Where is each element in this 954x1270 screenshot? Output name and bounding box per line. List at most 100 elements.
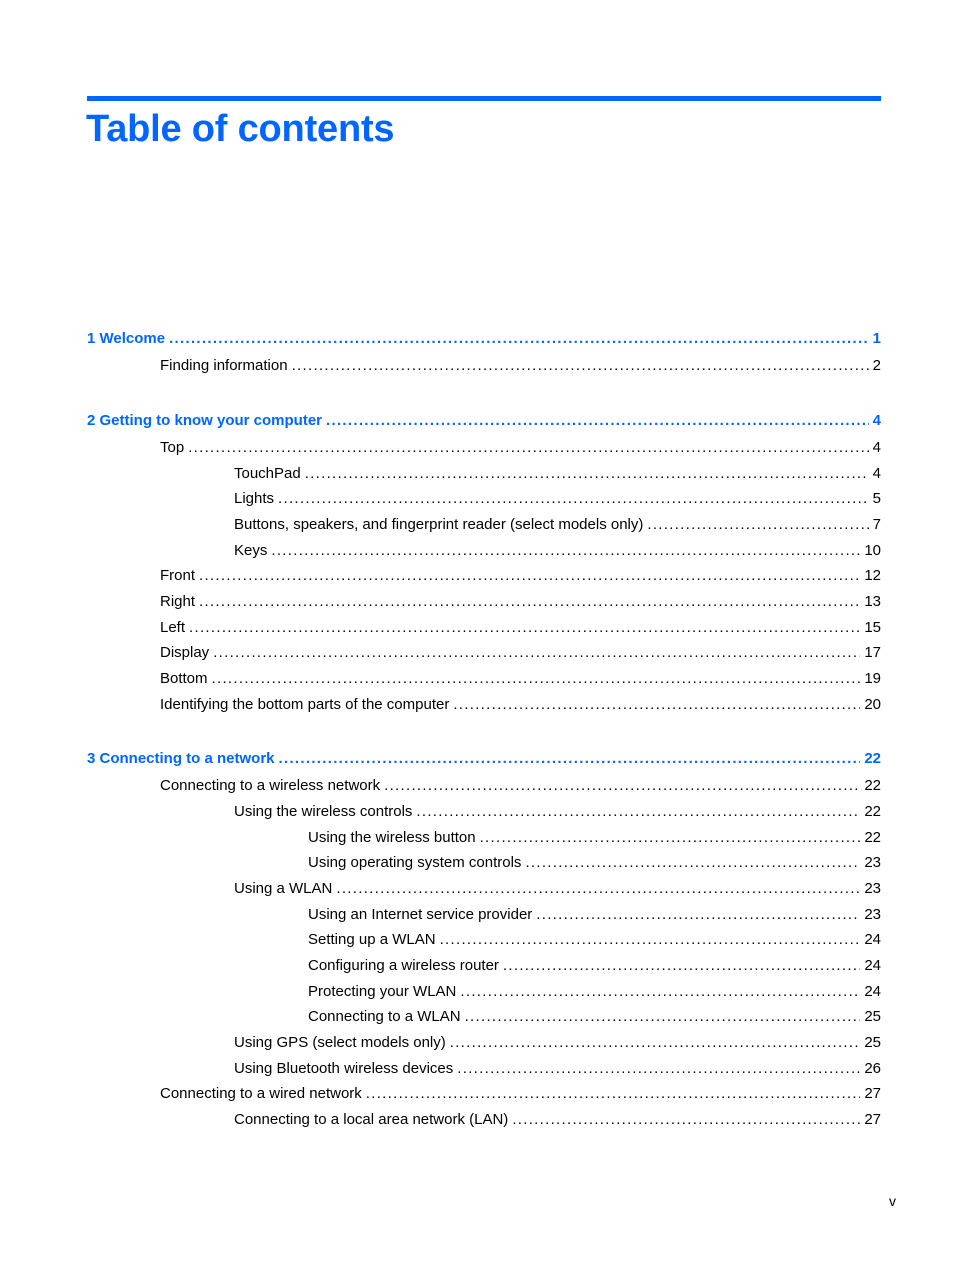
toc-entry-page: 23 [864, 906, 881, 923]
toc-entry-label: Lights [234, 490, 275, 507]
dot-leader [336, 879, 860, 899]
dot-leader [213, 643, 860, 663]
toc-entry[interactable]: Keys 10 [234, 541, 881, 561]
toc-chapter-entry[interactable]: 3 Connecting to a network 22 [87, 749, 881, 769]
toc-entry-page: 19 [864, 670, 881, 687]
toc-entry-label: Display [160, 644, 210, 661]
dot-leader [326, 411, 869, 431]
toc-entry-page: 4 [872, 439, 881, 456]
toc-entry-label: Configuring a wireless router [308, 957, 499, 974]
dot-leader [460, 982, 860, 1002]
toc-entry[interactable]: Buttons, speakers, and fingerprint reade… [234, 515, 881, 535]
toc-entry[interactable]: Connecting to a wireless network 22 [160, 776, 881, 796]
toc-entry-label: Using operating system controls [308, 854, 522, 871]
dot-leader [503, 956, 860, 976]
toc-entry-label: Buttons, speakers, and fingerprint reade… [234, 516, 644, 533]
toc-entry[interactable]: Right 13 [160, 592, 881, 612]
toc-entry[interactable]: Protecting your WLAN 24 [308, 982, 881, 1002]
toc-entry-page: 1 [872, 330, 881, 347]
toc-entry[interactable]: Connecting to a WLAN 25 [308, 1007, 881, 1027]
page-number: v [889, 1193, 896, 1209]
toc-entry-page: 22 [864, 777, 881, 794]
toc-entry-page: 23 [864, 854, 881, 871]
toc-chapter-entry[interactable]: 1 Welcome 1 [87, 329, 881, 349]
toc-entry-page: 26 [864, 1060, 881, 1077]
toc-entry-page: 22 [864, 803, 881, 820]
toc-entry[interactable]: Using a WLAN 23 [234, 879, 881, 899]
toc-entry-label: Identifying the bottom parts of the comp… [160, 696, 450, 713]
toc-entry[interactable]: Using the wireless button 22 [308, 828, 881, 848]
toc-entry[interactable]: Finding information 2 [160, 356, 881, 376]
toc-entry-label: Using a WLAN [234, 880, 333, 897]
toc-entry-page: 10 [864, 542, 881, 559]
toc-entry-page: 22 [864, 829, 881, 846]
toc-entry[interactable]: Top 4 [160, 438, 881, 458]
dot-leader [212, 669, 861, 689]
dot-leader [525, 853, 860, 873]
toc-entry[interactable]: Setting up a WLAN 24 [308, 930, 881, 950]
dot-leader [480, 828, 861, 848]
toc-entry[interactable]: Identifying the bottom parts of the comp… [160, 695, 881, 715]
toc-entry-page: 4 [872, 412, 881, 429]
toc-entry-label: Connecting to a WLAN [308, 1008, 461, 1025]
dot-leader [440, 930, 861, 950]
toc-entry-page: 24 [864, 931, 881, 948]
dot-leader [453, 695, 860, 715]
toc-entry[interactable]: Using an Internet service provider 23 [308, 905, 881, 925]
toc-entry-page: 13 [864, 593, 881, 610]
dot-leader [457, 1059, 860, 1079]
toc-entry[interactable]: Connecting to a local area network (LAN)… [234, 1110, 881, 1130]
toc-entry-label: Using the wireless button [308, 829, 476, 846]
toc-entry-page: 15 [864, 619, 881, 636]
toc-entry-label: Finding information [160, 357, 288, 374]
toc-entry-label: Front [160, 567, 196, 584]
toc-entry-page: 24 [864, 983, 881, 1000]
toc-entry[interactable]: Display 17 [160, 643, 881, 663]
dot-leader [279, 749, 861, 769]
dot-leader [199, 592, 860, 612]
toc-entry-page: 17 [864, 644, 881, 661]
toc-entry-label: Bottom [160, 670, 208, 687]
toc-entry-page: 7 [872, 516, 881, 533]
dot-leader [512, 1110, 860, 1130]
toc-entry-label: Using GPS (select models only) [234, 1034, 446, 1051]
dot-leader [199, 566, 860, 586]
dot-leader [271, 541, 860, 561]
toc-entry-page: 2 [872, 357, 881, 374]
toc-entry-label: Using Bluetooth wireless devices [234, 1060, 454, 1077]
toc-entry-page: 5 [872, 490, 881, 507]
dot-leader [384, 776, 860, 796]
toc-entry-label: Left [160, 619, 186, 636]
toc-entry-page: 4 [872, 465, 881, 482]
toc-entry-label: Using the wireless controls [234, 803, 413, 820]
toc-entry-page: 24 [864, 957, 881, 974]
toc-entry-label: Connecting to a wired network [160, 1085, 362, 1102]
dot-leader [465, 1007, 861, 1027]
dot-leader [305, 464, 869, 484]
toc-entry-page: 25 [864, 1034, 881, 1051]
toc-entry-label: Connecting to a wireless network [160, 777, 381, 794]
toc-chapter-entry[interactable]: 2 Getting to know your computer 4 [87, 411, 881, 431]
toc-entry[interactable]: TouchPad 4 [234, 464, 881, 484]
toc-entry[interactable]: Configuring a wireless router 24 [308, 956, 881, 976]
toc-entry-page: 27 [864, 1111, 881, 1128]
toc-entry-page: 27 [864, 1085, 881, 1102]
dot-leader [416, 802, 860, 822]
toc-entry[interactable]: Using GPS (select models only) 25 [234, 1033, 881, 1053]
toc-entry[interactable]: Front 12 [160, 566, 881, 586]
toc-entry-label: 1 Welcome [87, 330, 166, 347]
toc-entry[interactable]: Lights 5 [234, 489, 881, 509]
toc-entry-label: Protecting your WLAN [308, 983, 457, 1000]
toc-entry[interactable]: Left 15 [160, 618, 881, 638]
dot-leader [366, 1084, 861, 1104]
toc-entry[interactable]: Bottom 19 [160, 669, 881, 689]
toc-entry[interactable]: Connecting to a wired network 27 [160, 1084, 881, 1104]
title-rule [87, 96, 881, 101]
dot-leader [278, 489, 869, 509]
toc-entry[interactable]: Using Bluetooth wireless devices 26 [234, 1059, 881, 1079]
toc-entry-label: Setting up a WLAN [308, 931, 436, 948]
toc-entry[interactable]: Using operating system controls 23 [308, 853, 881, 873]
toc-entry[interactable]: Using the wireless controls 22 [234, 802, 881, 822]
toc-entry-label: TouchPad [234, 465, 301, 482]
toc-entry-page: 22 [864, 750, 881, 767]
